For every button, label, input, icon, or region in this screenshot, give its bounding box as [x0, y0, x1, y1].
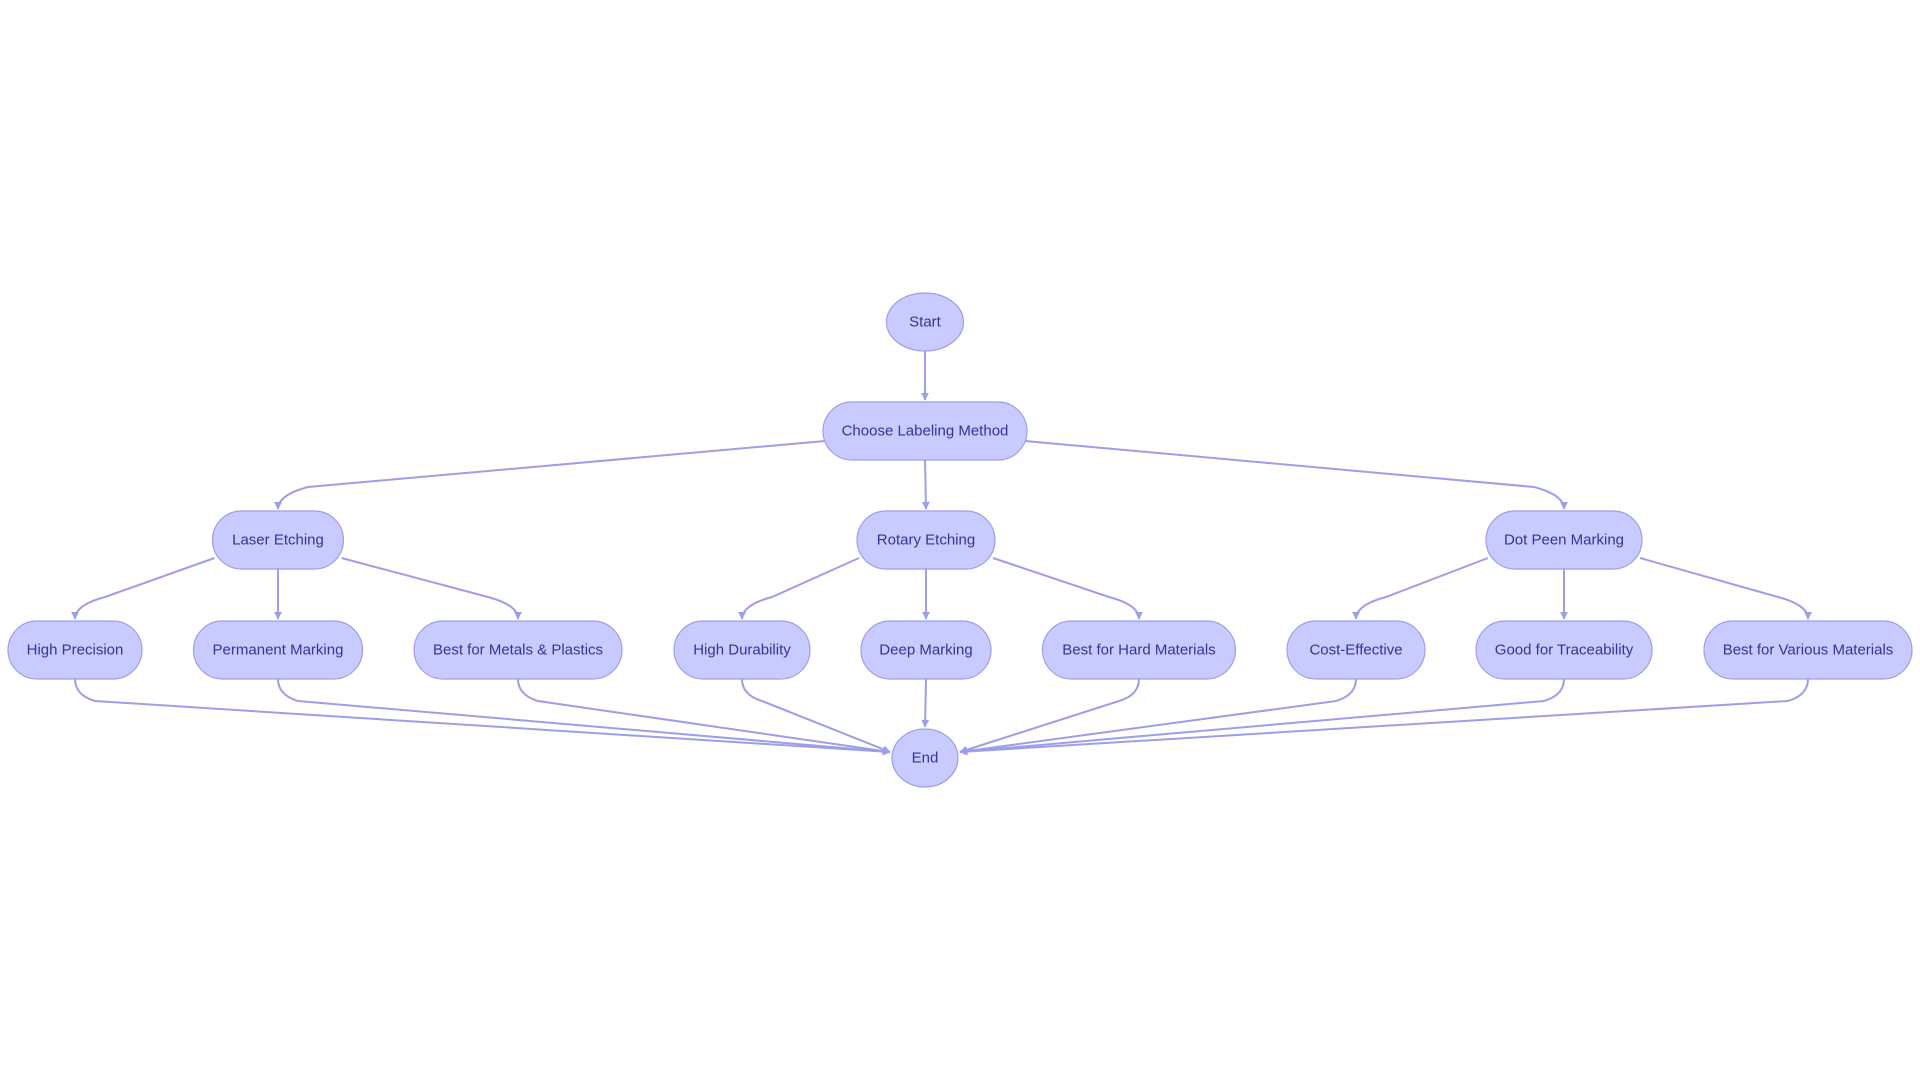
- node-start[interactable]: Start: [885, 292, 965, 352]
- edge-rotary-to-hardmaterials: [992, 557, 1143, 620]
- edge-rotary-to-highdurability: [738, 557, 860, 620]
- node-label-start: Start: [909, 314, 942, 331]
- edge-laser-to-metalsplastics: [341, 557, 522, 620]
- edge-dotpeen-to-costeffective: [1352, 557, 1489, 620]
- edge-deepmarking-to-end: [921, 678, 930, 728]
- node-label-variousmaterials: Best for Various Materials: [1723, 642, 1894, 659]
- edge-laser-to-highprecision: [71, 557, 215, 620]
- node-choose[interactable]: Choose Labeling Method: [822, 401, 1028, 461]
- edge-choose-to-dotpeen: [1024, 440, 1568, 510]
- edge-dotpeen-to-variousmaterials: [1639, 557, 1812, 620]
- node-label-end: End: [912, 750, 939, 767]
- edge-choose-to-rotary: [921, 459, 930, 510]
- node-laser[interactable]: Laser Etching: [211, 510, 345, 570]
- node-label-highprecision: High Precision: [27, 642, 124, 659]
- node-label-traceability: Good for Traceability: [1495, 642, 1634, 659]
- edge-costeffective-to-end: [959, 678, 1357, 755]
- node-label-rotary: Rotary Etching: [877, 532, 975, 549]
- node-label-choose: Choose Labeling Method: [842, 423, 1009, 440]
- flowchart-canvas: Start Choose Labeling Method Laser Etching…: [7, 292, 1913, 788]
- node-highprecision[interactable]: High Precision: [7, 620, 143, 680]
- node-hardmaterials[interactable]: Best for Hard Materials: [1041, 620, 1237, 680]
- node-label-dotpeen: Dot Peen Marking: [1504, 532, 1624, 549]
- node-traceability[interactable]: Good for Traceability: [1475, 620, 1653, 680]
- edge-choose-to-laser: [274, 440, 826, 510]
- node-metalsplastics[interactable]: Best for Metals & Plastics: [413, 620, 623, 680]
- node-label-permanent: Permanent Marking: [213, 642, 344, 659]
- node-deepmarking[interactable]: Deep Marking: [860, 620, 992, 680]
- node-variousmaterials[interactable]: Best for Various Materials: [1703, 620, 1913, 680]
- node-label-deepmarking: Deep Marking: [879, 642, 972, 659]
- node-dotpeen[interactable]: Dot Peen Marking: [1485, 510, 1643, 570]
- node-highdurability[interactable]: High Durability: [673, 620, 811, 680]
- node-label-laser: Laser Etching: [232, 532, 324, 549]
- node-costeffective[interactable]: Cost-Effective: [1286, 620, 1426, 680]
- edge-traceability-to-end: [959, 678, 1565, 756]
- node-label-hardmaterials: Best for Hard Materials: [1062, 642, 1215, 659]
- node-rotary[interactable]: Rotary Etching: [856, 510, 996, 570]
- node-label-highdurability: High Durability: [693, 642, 791, 659]
- edge-hardmaterials-to-end: [959, 678, 1140, 754]
- node-label-costeffective: Cost-Effective: [1309, 642, 1402, 659]
- node-permanent[interactable]: Permanent Marking: [192, 620, 364, 680]
- node-label-metalsplastics: Best for Metals & Plastics: [433, 642, 603, 659]
- node-end[interactable]: End: [891, 728, 959, 788]
